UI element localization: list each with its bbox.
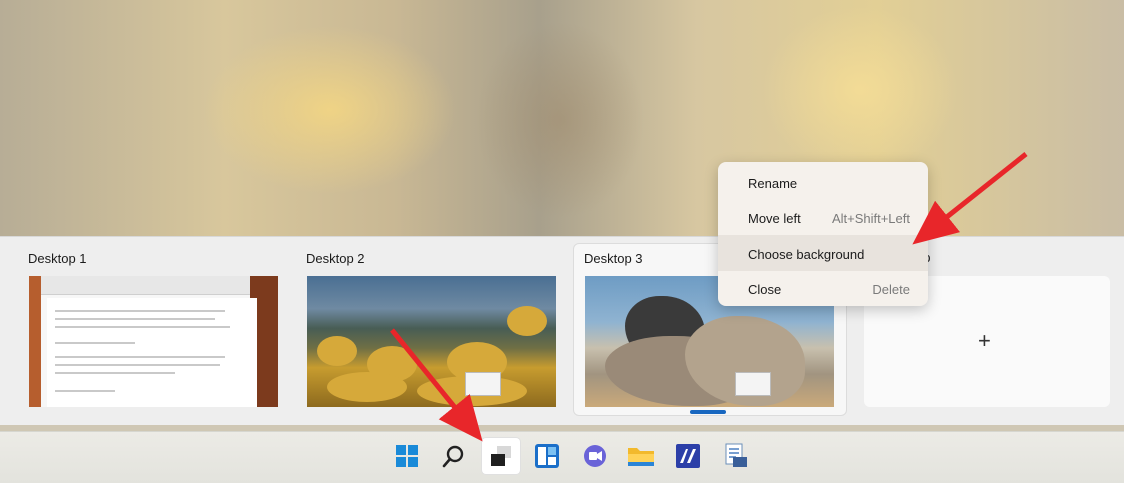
arrow-to-task-view-icon (390, 328, 483, 442)
annotation-arrows (390, 152, 1028, 442)
arrow-to-choose-background (912, 152, 1028, 245)
